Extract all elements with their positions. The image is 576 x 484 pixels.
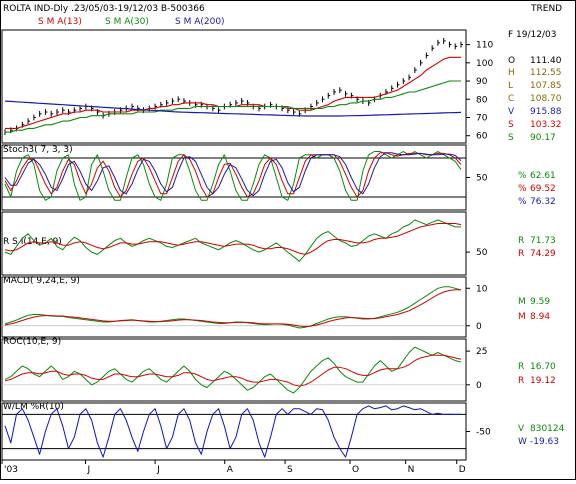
- technical-chart: ROLTA IND-Dly .23/05/03-19/12/03 B-50036…: [0, 0, 576, 480]
- macd-v1-label: M: [518, 297, 526, 307]
- wlm-v2-label: W: [518, 437, 527, 447]
- stoch-panel-y-tick-label: 50: [476, 174, 488, 184]
- trend-label: TREND: [530, 4, 562, 14]
- stoch-v3-label: %: [518, 197, 527, 207]
- readout-open-label: O: [508, 56, 515, 66]
- roc-v1: 16.70: [530, 362, 556, 372]
- price-panel-y-tick-label: 60: [476, 132, 488, 142]
- readout-open: 111.40: [530, 56, 562, 66]
- x-tick-label: A: [227, 465, 234, 475]
- roc-v2-label: R: [518, 376, 524, 386]
- x-tick-label: O: [352, 465, 359, 475]
- readout-sma2-label: S: [508, 133, 514, 143]
- readout-close: 108.70: [530, 94, 562, 104]
- legend-sma200: S M A(200): [175, 17, 225, 27]
- macd-panel-y-tick-label: 0: [476, 322, 482, 332]
- readout-sma1: 103.32: [530, 120, 562, 130]
- readout-low: 107.85: [530, 81, 562, 91]
- readout-high-label: H: [508, 68, 515, 78]
- macd-v2: 8.94: [530, 312, 550, 322]
- rsi-v1-label: R: [518, 236, 524, 246]
- price-panel-y-tick-label: 90: [476, 77, 488, 87]
- price-panel-y-tick-label: 70: [476, 113, 488, 123]
- readout-sma2: 90.17: [530, 133, 556, 143]
- stoch-v1: 62.61: [530, 171, 556, 181]
- readout-volume-label: V: [508, 107, 515, 117]
- stoch-v2: 69.52: [530, 184, 556, 194]
- roc-v2: 19.12: [530, 376, 556, 386]
- x-tick-label: '03: [4, 465, 18, 475]
- price-panel-y-tick-label: 110: [476, 41, 493, 51]
- stoch-panel-label: Stoch3( 7, 3, 3): [3, 145, 73, 155]
- x-tick-label: J: [156, 465, 160, 475]
- readout-sma1-label: S: [508, 120, 514, 130]
- readout-volume: 915.88: [530, 107, 562, 117]
- legend-sma13: S M A(13): [38, 17, 82, 27]
- stoch-v1-label: %: [518, 171, 527, 181]
- rsi-panel-y-tick-label: 50: [476, 248, 488, 258]
- roc-panel-y-tick-label: 25: [476, 347, 487, 357]
- x-tick-label: S: [287, 465, 293, 475]
- x-tick-label: D: [459, 465, 466, 475]
- stoch-v2-label: %: [518, 184, 527, 194]
- x-tick-label: N: [408, 465, 415, 475]
- wlm-v2: -19.63: [530, 437, 559, 447]
- rsi-v2-label: R: [518, 249, 524, 259]
- macd-v1: 9.59: [530, 297, 550, 307]
- readout-low-label: L: [508, 81, 513, 91]
- readout-high: 112.55: [530, 68, 562, 78]
- x-tick-label: J: [87, 465, 91, 475]
- wlm-v1: 830124: [530, 424, 565, 434]
- chart-window: ROLTA IND-Dly .23/05/03-19/12/03 B-50036…: [0, 0, 576, 480]
- legend-sma30: S M A(30): [105, 17, 149, 27]
- rsi-v1: 71.73: [530, 236, 556, 246]
- price-panel-y-tick-label: 100: [476, 59, 493, 69]
- chart-title: ROLTA IND-Dly .23/05/03-19/12/03 B-50036…: [3, 4, 205, 14]
- macd-panel-y-tick-label: 10: [476, 284, 488, 294]
- readout-date: F 19/12/03: [508, 30, 556, 40]
- wlm-panel-y-tick-label: -50: [476, 428, 491, 438]
- stoch-v3: 76.32: [530, 197, 556, 207]
- roc-v1-label: R: [518, 362, 524, 372]
- readout-close-label: C: [508, 94, 514, 104]
- outer-frame: [0, 0, 576, 480]
- wlm-v1-label: V: [518, 424, 525, 434]
- price-panel-y-tick-label: 80: [476, 95, 488, 105]
- macd-v2-label: M: [518, 312, 526, 322]
- roc-panel-y-tick-label: 0: [476, 381, 482, 391]
- rsi-v2: 74.29: [530, 249, 556, 259]
